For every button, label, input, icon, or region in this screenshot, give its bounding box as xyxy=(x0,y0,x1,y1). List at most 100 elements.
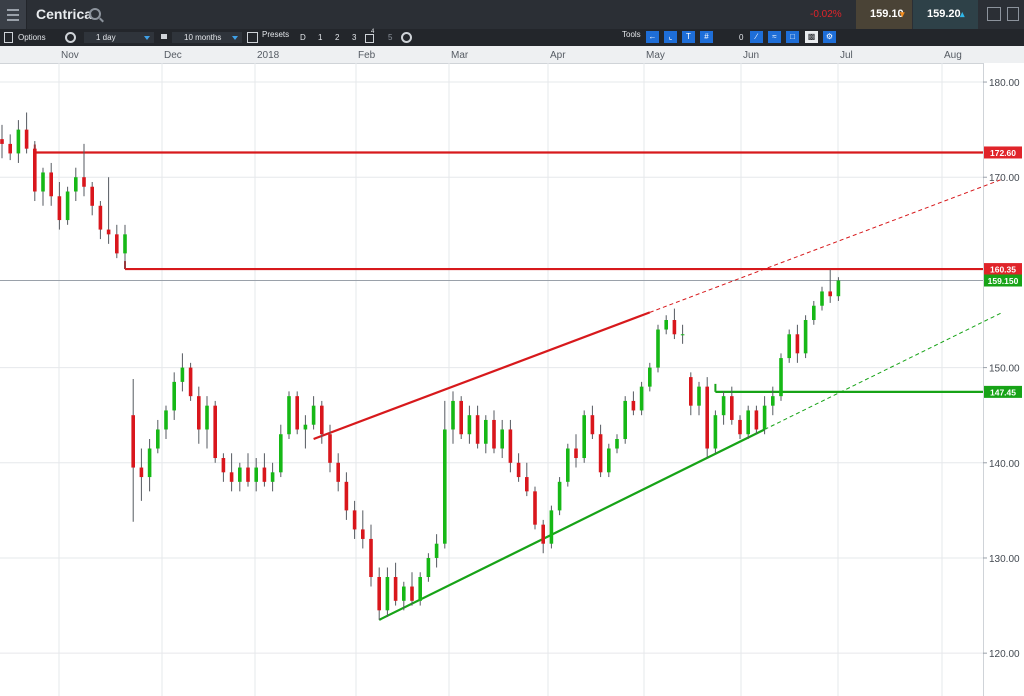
candle-body xyxy=(295,396,299,430)
buy-button[interactable]: 159.20 ▴ xyxy=(913,0,978,29)
candle-body xyxy=(721,396,726,416)
candle-body xyxy=(582,415,586,459)
fibonacci-tool-icon[interactable]: ≈ xyxy=(768,31,781,43)
trendline-tool-icon[interactable]: ⌞ xyxy=(664,31,677,43)
candle-body xyxy=(180,367,185,382)
candle-body xyxy=(361,529,365,539)
candle-body xyxy=(393,577,398,601)
text-tool-icon[interactable]: T xyxy=(682,31,695,43)
candle-body xyxy=(762,405,767,430)
candle-body xyxy=(656,329,660,368)
chevron-down-icon xyxy=(144,36,150,40)
save-preset-icon[interactable] xyxy=(365,34,374,43)
x-tick-label: Aug xyxy=(944,50,962,61)
candle-body xyxy=(623,400,627,439)
candle-body xyxy=(57,196,62,221)
expand-icon[interactable] xyxy=(1007,7,1019,21)
candle-body xyxy=(131,415,135,468)
candle-body xyxy=(90,186,94,206)
candle-body xyxy=(115,234,119,254)
preset-3[interactable]: 3 xyxy=(352,33,356,42)
x-tick-label: Dec xyxy=(164,50,182,61)
detach-icon[interactable] xyxy=(987,7,1001,21)
y-tick-label: 130.00 xyxy=(989,554,1020,565)
tools-label: Tools xyxy=(622,30,641,39)
candle-body xyxy=(369,538,373,578)
candle-body xyxy=(254,467,258,482)
candle-body xyxy=(246,467,250,482)
range-value: 10 months xyxy=(184,33,222,42)
settings-icon[interactable] xyxy=(65,32,76,43)
preset-4[interactable]: 4 xyxy=(371,29,374,35)
candle-body xyxy=(639,386,644,411)
buy-arrow-icon: ▴ xyxy=(960,9,965,19)
candle-body xyxy=(426,557,431,578)
candle-body xyxy=(377,577,381,611)
shape-tool-icon[interactable]: □ xyxy=(786,31,799,43)
grid-tool-icon[interactable]: # xyxy=(700,31,713,43)
preset-settings-icon[interactable] xyxy=(401,32,412,43)
candle-body xyxy=(320,405,324,435)
search-icon[interactable] xyxy=(89,8,101,20)
sell-button[interactable]: 159.10 ▾ xyxy=(856,0,912,29)
y-tick-label: 120.00 xyxy=(989,649,1020,660)
chart-toolbar: Options 1 day 10 months Presets D 1 2 3 … xyxy=(0,29,1024,46)
title-bar: Centrica -0.02% 159.10 ▾ 159.20 ▴ xyxy=(0,0,1024,29)
preset-1[interactable]: 1 xyxy=(318,33,322,42)
preset-5[interactable]: 5 xyxy=(388,33,392,42)
candle-body xyxy=(229,472,234,482)
candle-body xyxy=(566,448,570,482)
candle-body xyxy=(672,320,677,335)
candle-body xyxy=(8,143,12,154)
candle-body xyxy=(443,429,447,544)
candle-body xyxy=(697,386,701,406)
candle-body xyxy=(65,191,70,221)
range-select[interactable]: 10 months xyxy=(172,32,242,43)
candle-body xyxy=(270,472,275,482)
options-button[interactable]: Options xyxy=(18,33,46,42)
menu-icon[interactable] xyxy=(0,0,27,29)
price-chart[interactable]: Nov Dec 2018 Feb Mar Apr May Jun Jul Aug 180.00 17… xyxy=(0,46,1024,696)
candle-body xyxy=(238,467,242,482)
calendar-icon[interactable] xyxy=(247,32,258,43)
candle-body xyxy=(754,410,759,430)
y-tick-label: 140.00 xyxy=(989,459,1020,470)
candle-body xyxy=(557,481,562,511)
candle-body xyxy=(418,577,422,601)
candle-body xyxy=(467,415,472,435)
x-tick-label: Jun xyxy=(743,50,759,61)
candle-body xyxy=(74,177,78,192)
cursor-tool-icon[interactable]: ← xyxy=(646,31,659,43)
candle-body xyxy=(164,410,168,430)
candle-body xyxy=(0,139,4,144)
sell-price: 159.10 xyxy=(870,8,904,20)
preset-d[interactable]: D xyxy=(300,33,306,42)
candle-body xyxy=(738,419,742,435)
candle-body xyxy=(787,334,791,359)
candle-body xyxy=(549,510,554,544)
sell-arrow-icon: ▾ xyxy=(900,9,905,19)
x-tick-label: Apr xyxy=(550,50,566,61)
candle-body xyxy=(156,429,160,449)
candle-body xyxy=(533,491,537,525)
candle-body xyxy=(106,229,111,235)
candle-body xyxy=(451,400,455,430)
candle-body xyxy=(262,467,267,482)
lock-icon[interactable] xyxy=(161,34,167,39)
candle-body xyxy=(49,172,53,197)
preset-2[interactable]: 2 xyxy=(335,33,339,42)
x-tick-label: 2018 xyxy=(257,50,280,61)
price-tag-label: 147.45 xyxy=(990,387,1016,397)
options-icon[interactable] xyxy=(4,32,13,43)
channel-tool-icon[interactable]: ∕ xyxy=(750,31,763,43)
x-tick-label: Feb xyxy=(358,50,376,61)
x-tick-label: Jul xyxy=(840,50,853,61)
interval-value: 1 day xyxy=(96,33,116,42)
print-icon[interactable]: ▩ xyxy=(805,31,818,43)
candle-body xyxy=(648,367,652,387)
candle-body xyxy=(336,462,340,482)
candle-body xyxy=(188,367,193,397)
indicator-settings-icon[interactable]: ⚙ xyxy=(823,31,836,43)
candle-body xyxy=(746,410,750,435)
interval-select[interactable]: 1 day xyxy=(84,32,154,43)
